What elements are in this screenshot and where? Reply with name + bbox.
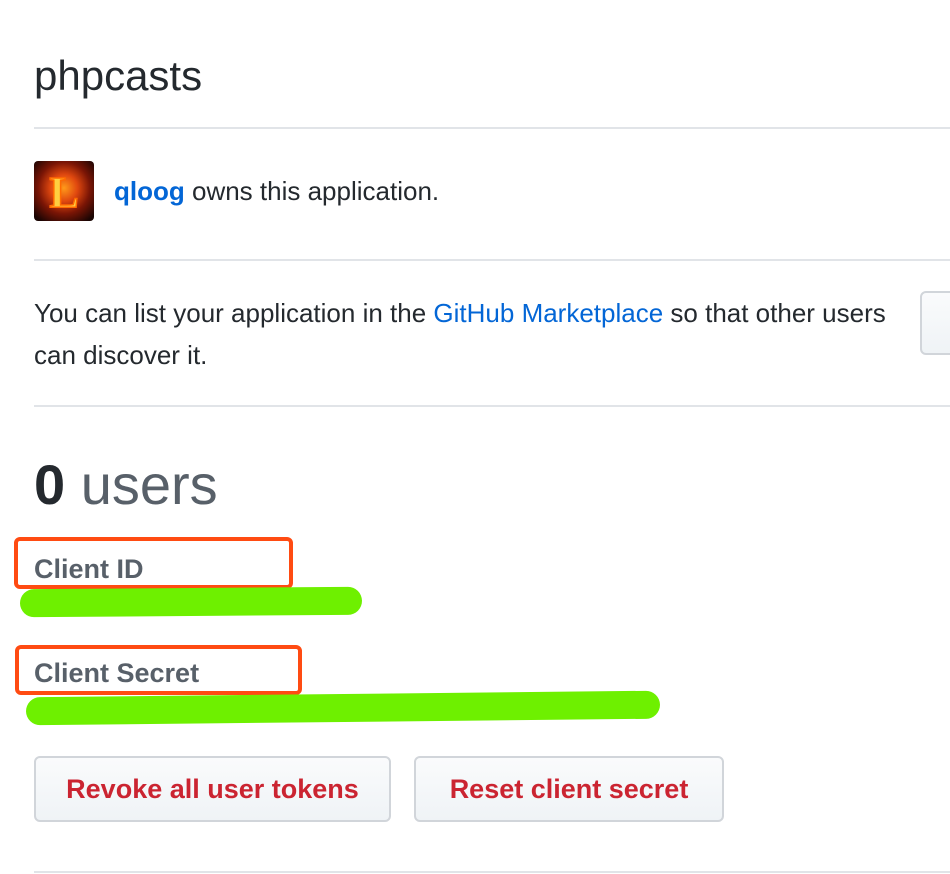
fire-letter-icon: L [49,167,80,218]
avatar[interactable]: L [34,161,94,221]
svg-text:L: L [49,168,78,217]
page-title: phpcasts [34,52,203,99]
revoke-all-user-tokens-button[interactable]: Revoke all user tokens [34,756,391,822]
divider [34,127,950,129]
divider [34,405,950,407]
list-in-marketplace-button[interactable] [920,291,950,355]
users-count-number: 0 [34,453,66,516]
users-count-unit: users [65,453,218,516]
marketplace-description: You can list your application in the Git… [34,292,914,376]
client-secret-highlight-box [15,645,302,695]
marketplace-prefix: You can list your application in the [34,298,434,328]
divider [34,871,950,873]
client-id-redaction [24,596,324,610]
reset-client-secret-button[interactable]: Reset client secret [414,756,724,822]
owner-suffix: owns this application. [184,175,440,206]
divider [34,259,950,261]
client-id-highlight-box [14,537,293,589]
owner-row: L qloog owns this application. [34,161,439,221]
client-secret-redaction [40,702,580,718]
owner-link[interactable]: qloog [114,176,185,206]
users-count: 0 users [34,452,218,518]
owner-text: qloog owns this application. [114,176,439,207]
marketplace-link[interactable]: GitHub Marketplace [433,298,663,328]
